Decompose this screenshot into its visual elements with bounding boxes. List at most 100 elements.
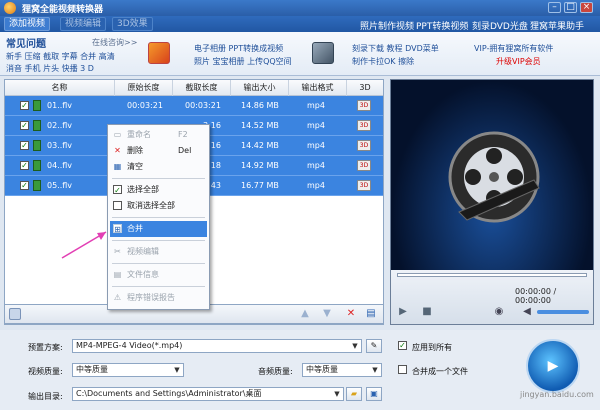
- add-video-button[interactable]: 添加视频: [4, 17, 51, 31]
- 3d-icon[interactable]: 3D: [357, 180, 371, 191]
- ad-dvd-line1[interactable]: 刻录下载 教程 DVD菜单: [352, 43, 439, 54]
- online-help-link[interactable]: 在线咨询>>: [92, 37, 137, 48]
- row-name: 01..flv: [47, 101, 73, 110]
- row-size: 14.86 MB: [241, 101, 279, 110]
- menu-item-clear[interactable]: ▦ 清空: [110, 159, 207, 175]
- col-orig-length[interactable]: 原始长度: [115, 80, 173, 96]
- clear-list-icon[interactable]: ▤: [365, 308, 377, 320]
- ppt-album-icon[interactable]: [148, 42, 170, 64]
- menu-item-file-info[interactable]: ▤ 文件信息: [110, 267, 207, 283]
- ad-album-line2[interactable]: 照片 宝宝相册 上传QQ空间: [194, 56, 292, 67]
- menu-item-delete[interactable]: ✕ 删除 Del: [110, 143, 207, 159]
- menu-separator: [112, 263, 205, 264]
- preview-panel: 00:00:00 / 00:00:00 ▶ ■ ◉ ◀: [390, 79, 594, 325]
- chevron-down-icon: ▼: [174, 366, 180, 374]
- convert-button[interactable]: ▶: [526, 339, 580, 393]
- minimize-button[interactable]: –: [548, 2, 561, 13]
- row-format: mp4: [307, 101, 325, 110]
- row-size: 16.77 MB: [241, 181, 279, 190]
- settings-panel: 预置方案: MP4-MPEG-4 Video(*.mp4) ▼ ✎ ✓ 应用到所…: [0, 330, 600, 410]
- col-cut-length[interactable]: 截取长度: [173, 80, 231, 96]
- row-size: 14.92 MB: [241, 161, 279, 170]
- scissors-icon: ✂: [114, 247, 121, 256]
- menu-item-error-report[interactable]: ⚠ 程序错误报告: [110, 290, 207, 306]
- vip-upgrade-link[interactable]: 升级VIP会员: [496, 56, 541, 67]
- move-down-icon[interactable]: ▼: [321, 308, 333, 320]
- delete-icon: ✕: [114, 146, 121, 155]
- 3d-icon[interactable]: 3D: [357, 140, 371, 151]
- toolbar: 添加视频 视频编辑 3D效果 照片制作视频 PPT转换视频 刻录DVD光盘 狸窝…: [0, 16, 600, 32]
- settings-tool-icon[interactable]: ✎: [366, 339, 382, 353]
- browse-folder-icon[interactable]: ▰: [346, 387, 362, 401]
- dvd-burn-icon[interactable]: [312, 42, 334, 64]
- row-name: 05..flv: [47, 181, 73, 190]
- audio-quality-select[interactable]: 中等质量 ▼: [302, 363, 382, 377]
- ad-dvd-line2[interactable]: 制作卡拉OK 擦除: [352, 56, 414, 67]
- video-edit-button[interactable]: 视频编辑: [60, 17, 107, 31]
- col-name[interactable]: 名称: [5, 80, 115, 96]
- row-checkbox[interactable]: ✓: [20, 121, 29, 130]
- ad-album-line1[interactable]: 电子相册 PPT转换成视频: [194, 43, 283, 54]
- close-button[interactable]: ×: [580, 2, 593, 13]
- app-title: 狸窝全能视频转换器: [22, 5, 104, 15]
- col-output-size[interactable]: 输出大小: [231, 80, 289, 96]
- row-checkbox[interactable]: ✓: [20, 181, 29, 190]
- seek-bar[interactable]: [397, 273, 587, 277]
- open-folder-icon[interactable]: ▣: [366, 387, 382, 401]
- menu-item-merge[interactable]: ⊞ 合并: [110, 221, 207, 237]
- output-path-field[interactable]: C:\Documents and Settings\Administrator\…: [72, 387, 344, 401]
- snapshot-icon[interactable]: ◉: [493, 306, 505, 318]
- file-list-header: 名称 原始长度 截取长度 输出大小 输出格式 3D: [5, 80, 383, 96]
- 3d-icon[interactable]: 3D: [357, 120, 371, 131]
- table-row[interactable]: ✓ 01..flv 00:03:21 00:03:21 14.86 MB mp4…: [5, 96, 383, 116]
- video-file-icon: [33, 160, 41, 171]
- row-size: 14.42 MB: [241, 141, 279, 150]
- apply-all-checkbox[interactable]: ✓: [398, 341, 407, 350]
- 3d-icon[interactable]: 3D: [357, 100, 371, 111]
- menu-item-video-edit[interactable]: ✂ 视频编辑: [110, 244, 207, 260]
- faq-links-line1[interactable]: 新手 压缩 截取 字幕 合并 高清: [6, 51, 115, 62]
- row-checkbox[interactable]: ✓: [20, 141, 29, 150]
- video-file-icon: [33, 140, 41, 151]
- audio-quality-value: 中等质量: [306, 365, 338, 374]
- time-display: 00:00:00 / 00:00:00: [515, 287, 557, 305]
- context-menu: ▭ 重命名 F2 ✕ 删除 Del ▦ 清空 ✓ 选择全部 取消选择全部 ⊞ 合…: [107, 124, 210, 310]
- play-icon[interactable]: ▶: [397, 306, 409, 318]
- output-path-value: C:\Documents and Settings\Administrator\…: [76, 389, 262, 398]
- row-name: 03..flv: [47, 141, 73, 150]
- menu-item-select-all[interactable]: ✓ 选择全部: [110, 182, 207, 198]
- video-quality-select[interactable]: 中等质量 ▼: [72, 363, 184, 377]
- volume-icon[interactable]: ◀: [521, 306, 533, 318]
- link-photo-video[interactable]: 照片制作视频: [360, 19, 414, 32]
- output-label: 输出目录:: [28, 392, 63, 401]
- player-controls: 00:00:00 / 00:00:00 ▶ ■ ◉ ◀: [391, 270, 593, 324]
- menu-separator: [112, 217, 205, 218]
- menu-separator: [112, 286, 205, 287]
- link-ppt-video[interactable]: PPT转换视频: [416, 19, 468, 32]
- list-view-icon[interactable]: [9, 308, 21, 320]
- video-file-icon: [33, 120, 41, 131]
- row-checkbox[interactable]: ✓: [20, 101, 29, 110]
- 3d-effect-button[interactable]: 3D效果: [112, 17, 153, 31]
- menu-item-rename[interactable]: ▭ 重命名 F2: [110, 127, 207, 143]
- film-reel-icon: [448, 131, 540, 223]
- link-burn-dvd[interactable]: 刻录DVD光盘: [472, 19, 528, 32]
- col-output-format[interactable]: 输出格式: [289, 80, 347, 96]
- col-3d[interactable]: 3D: [347, 80, 383, 96]
- merge-label: 合并成一个文件: [412, 367, 468, 376]
- faq-links-line2[interactable]: 消音 手机 片头 快播 3 D: [6, 63, 94, 74]
- row-checkbox[interactable]: ✓: [20, 161, 29, 170]
- 3d-icon[interactable]: 3D: [357, 160, 371, 171]
- stop-icon[interactable]: ■: [421, 306, 433, 318]
- apply-all-label: 应用到所有: [412, 343, 452, 352]
- row-size: 14.52 MB: [241, 121, 279, 130]
- link-apple-helper[interactable]: 狸窝苹果助手: [530, 19, 584, 32]
- maximize-button[interactable]: □: [564, 2, 577, 13]
- merge-checkbox[interactable]: [398, 365, 407, 374]
- preset-select[interactable]: MP4-MPEG-4 Video(*.mp4) ▼: [72, 339, 362, 353]
- delete-icon[interactable]: ✕: [345, 308, 357, 320]
- volume-slider[interactable]: [537, 310, 589, 314]
- menu-item-deselect-all[interactable]: 取消选择全部: [110, 198, 207, 214]
- move-up-icon[interactable]: ▲: [299, 308, 311, 320]
- vip-line1[interactable]: VIP-拥有狸窝所有软件: [474, 43, 553, 54]
